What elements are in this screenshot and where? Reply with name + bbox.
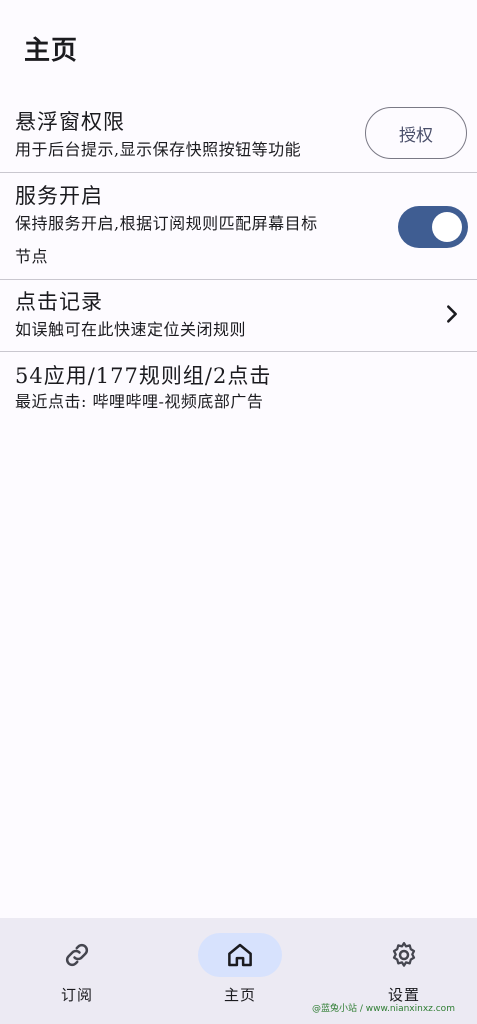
divider xyxy=(0,351,477,352)
watermark: @蓝兔小站 / www.nianxinxz.com xyxy=(312,1004,455,1014)
click-log-desc: 如误触可在此快速定位关闭规则 xyxy=(15,320,247,339)
nav-item-subscribe[interactable]: 订阅 xyxy=(17,918,137,1024)
authorize-button[interactable]: 授权 xyxy=(365,107,467,159)
service-title: 服务开启 xyxy=(15,184,103,208)
service-desc-line1: 保持服务开启,根据订阅规则匹配屏幕目标 xyxy=(15,214,318,233)
divider xyxy=(0,279,477,280)
home-icon xyxy=(228,943,252,967)
divider xyxy=(0,172,477,173)
recent-click-desc: 最近点击: 哔哩哔哩-视频底部广告 xyxy=(15,392,264,411)
chevron-right-icon[interactable] xyxy=(441,303,463,325)
toggle-knob xyxy=(432,212,462,242)
click-log-title: 点击记录 xyxy=(15,290,103,314)
service-toggle[interactable] xyxy=(398,206,468,248)
overlay-permission-desc: 用于后台提示,显示保存快照按钮等功能 xyxy=(15,140,302,159)
nav-label-home: 主页 xyxy=(223,986,256,1004)
link-icon xyxy=(65,943,89,967)
nav-item-home[interactable]: 主页 xyxy=(180,918,300,1024)
gear-icon xyxy=(392,942,416,967)
overlay-permission-title: 悬浮窗权限 xyxy=(15,110,125,134)
service-desc-line2: 节点 xyxy=(15,247,49,266)
page-title: 主页 xyxy=(24,36,79,66)
nav-label-subscribe: 订阅 xyxy=(60,986,93,1004)
